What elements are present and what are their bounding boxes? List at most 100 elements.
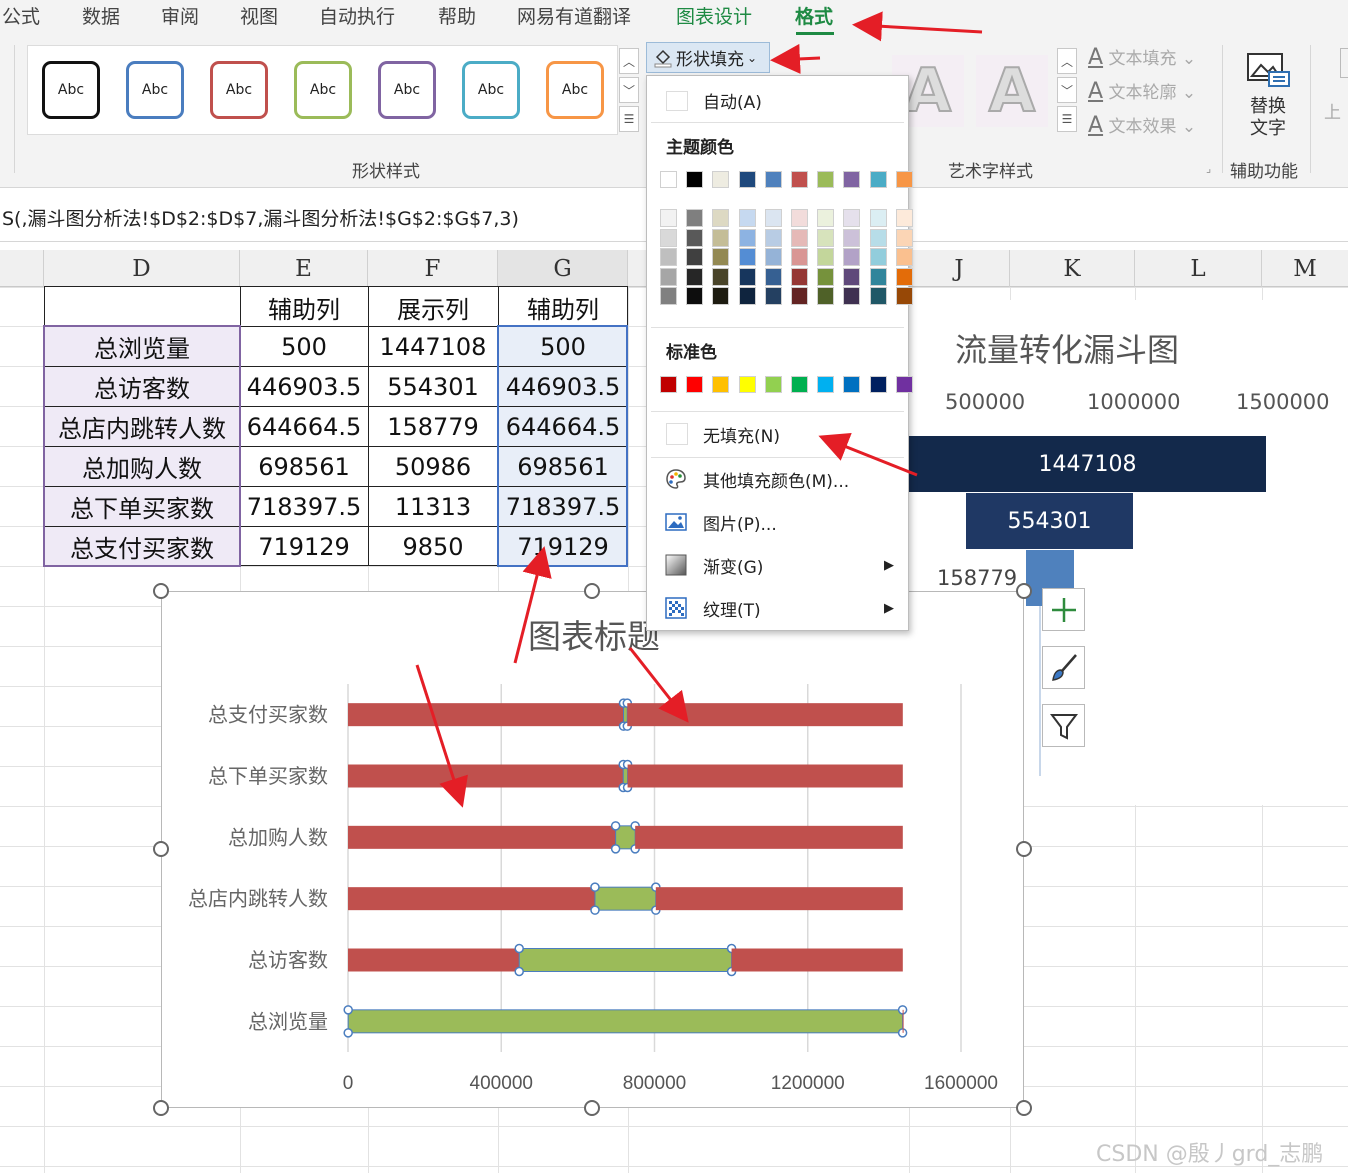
gallery-expand[interactable]: ☰ (619, 106, 639, 132)
value-cell[interactable]: 9850 (368, 527, 498, 566)
shape-style-7[interactable]: Abc (546, 61, 604, 119)
standard-color-swatch[interactable] (817, 376, 835, 393)
standard-color-swatch[interactable] (869, 376, 887, 393)
theme-shade-swatch[interactable] (869, 267, 887, 286)
funnel-bar[interactable]: 554301 (966, 493, 1133, 549)
bar-segment[interactable] (902, 1009, 904, 1033)
theme-shade-swatch[interactable] (791, 209, 808, 227)
tab-format[interactable]: 格式 (795, 2, 833, 29)
value-cell[interactable]: 446903.5 (498, 367, 628, 406)
bar-segment[interactable] (348, 703, 624, 727)
column-header-d[interactable]: D (44, 250, 240, 287)
plot-area[interactable]: 0 400000 800000 1200000 1600000 总浏览量 总访客数 总店内跳转… (162, 592, 1025, 1109)
selection-point[interactable] (343, 1028, 353, 1038)
shape-style-3[interactable]: Abc (210, 61, 268, 119)
value-cell[interactable]: 719129 (240, 527, 368, 566)
column-header-l[interactable]: L (1135, 250, 1262, 287)
theme-color-swatch[interactable] (843, 171, 861, 188)
bar-segment[interactable] (348, 764, 624, 788)
table-header-cell[interactable]: 辅助列 (240, 287, 368, 327)
tab-review[interactable]: 审阅 (161, 2, 199, 29)
theme-shade-swatch[interactable] (843, 267, 861, 286)
bar-segment[interactable] (348, 825, 616, 849)
theme-color-swatch[interactable] (738, 171, 756, 188)
chart-title[interactable]: 流量转化漏斗图 (955, 325, 1179, 371)
table-header-cell[interactable]: 展示列 (368, 287, 498, 327)
chart-filters-button[interactable] (1042, 704, 1085, 747)
funnel-bar[interactable]: 1447108 (909, 436, 1266, 492)
resize-handle[interactable] (1016, 841, 1032, 857)
shape-style-1[interactable]: Abc (42, 61, 100, 119)
standard-color-swatch[interactable] (843, 376, 861, 393)
text-outline-button[interactable]: A 文本轮廓 ⌄ (1088, 78, 1196, 104)
theme-shade-swatch[interactable] (738, 248, 756, 267)
resize-handle[interactable] (153, 1100, 169, 1116)
standard-color-swatch[interactable] (895, 376, 913, 393)
theme-shade-swatch[interactable] (791, 248, 808, 267)
theme-shade-swatch[interactable] (660, 248, 677, 267)
text-fill-button[interactable]: A 文本填充 ⌄ (1088, 44, 1196, 70)
theme-shade-swatch[interactable] (738, 287, 756, 306)
auto-fill-option[interactable]: 自动(A) (647, 81, 908, 119)
column-header-m[interactable]: M (1262, 250, 1348, 287)
theme-shade-swatch[interactable] (660, 228, 677, 247)
theme-color-swatch[interactable] (895, 171, 913, 188)
gallery-scroll-down[interactable]: ﹀ (619, 77, 639, 103)
column-header-j[interactable]: J (909, 250, 1010, 287)
wordart-scroll-up[interactable]: ︿ (1057, 48, 1077, 74)
selection-point[interactable] (610, 844, 621, 854)
theme-shade-swatch[interactable] (817, 228, 835, 247)
theme-shade-swatch[interactable] (843, 248, 861, 267)
row-label-cell[interactable]: 总支付买家数 (44, 527, 240, 566)
theme-shade-swatch[interactable] (660, 287, 677, 306)
bar-segment[interactable] (347, 1009, 904, 1034)
value-cell[interactable]: 11313 (368, 487, 498, 526)
theme-color-swatch[interactable] (712, 171, 730, 188)
picture-fill-option[interactable]: 图片(P)... (647, 503, 908, 541)
column-header-g[interactable]: G (498, 250, 628, 287)
wordart-expand[interactable]: ☰ (1057, 106, 1077, 132)
theme-shade-swatch[interactable] (869, 209, 887, 227)
column-header-f[interactable]: F (368, 250, 498, 287)
value-cell[interactable]: 718397.5 (498, 487, 628, 526)
bar-segment[interactable] (731, 948, 903, 972)
table-header-cell[interactable]: 辅助列 (498, 287, 628, 327)
theme-shade-swatch[interactable] (791, 267, 808, 286)
selection-point[interactable] (610, 821, 621, 831)
no-fill-option[interactable]: 无填充(N) (647, 415, 908, 453)
theme-shade-swatch[interactable] (817, 267, 835, 286)
theme-shade-swatch[interactable] (686, 248, 704, 267)
more-fill-colors-option[interactable]: 其他填充颜色(M)... (647, 460, 908, 498)
alt-text-button[interactable]: 替换文字 (1238, 50, 1298, 140)
gradient-fill-option[interactable]: 渐变(G) ▶ (647, 546, 908, 584)
texture-fill-option[interactable]: 纹理(T) ▶ (647, 589, 908, 627)
tab-youdao-translate[interactable]: 网易有道翻译 (517, 2, 631, 29)
value-cell[interactable]: 1447108 (368, 327, 498, 366)
selection-point[interactable] (590, 882, 600, 892)
selection-point[interactable] (590, 905, 600, 915)
wordart-scroll-down[interactable]: ﹀ (1057, 77, 1077, 103)
chart-styles-button[interactable] (1042, 646, 1085, 689)
row-label-cell[interactable]: 总下单买家数 (44, 487, 240, 526)
value-cell[interactable]: 644664.5 (498, 407, 628, 446)
shape-style-6[interactable]: Abc (462, 61, 520, 119)
theme-shade-swatch[interactable] (817, 287, 835, 306)
theme-shade-swatch[interactable] (817, 248, 835, 267)
shape-style-2[interactable]: Abc (126, 61, 184, 119)
theme-shade-swatch[interactable] (764, 287, 782, 306)
column-header-k[interactable]: K (1010, 250, 1135, 287)
value-cell[interactable]: 644664.5 (240, 407, 368, 446)
standard-color-swatch[interactable] (660, 376, 677, 393)
theme-shade-swatch[interactable] (791, 228, 808, 247)
standard-color-swatch[interactable] (764, 376, 782, 393)
theme-shade-swatch[interactable] (686, 287, 704, 306)
row-label-cell[interactable]: 总店内跳转人数 (44, 407, 240, 446)
value-cell[interactable]: 50986 (368, 447, 498, 486)
theme-shade-swatch[interactable] (895, 228, 913, 247)
theme-shade-swatch[interactable] (738, 209, 756, 227)
theme-color-swatch[interactable] (869, 171, 887, 188)
theme-shade-swatch[interactable] (738, 228, 756, 247)
wordart-style-3[interactable]: A (976, 55, 1048, 127)
theme-shade-swatch[interactable] (895, 248, 913, 267)
theme-shade-swatch[interactable] (686, 228, 704, 247)
